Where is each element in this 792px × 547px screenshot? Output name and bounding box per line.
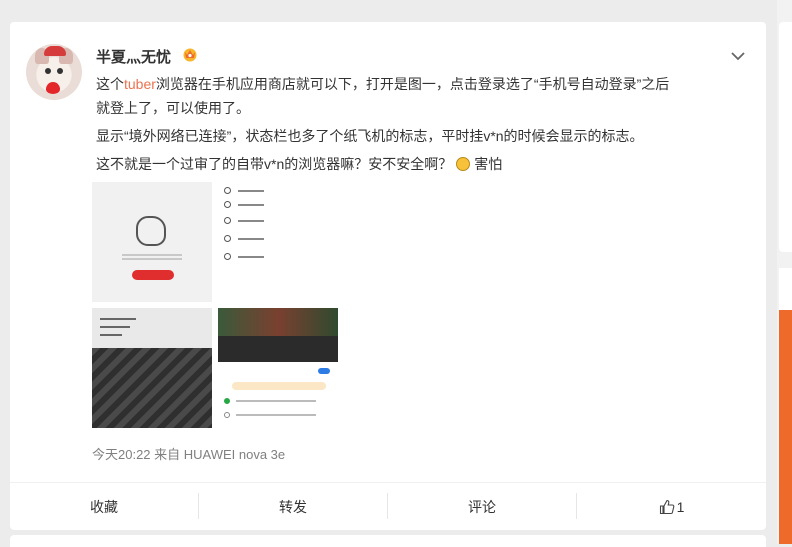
radio bbox=[224, 412, 230, 418]
list-row bbox=[236, 414, 316, 416]
divider bbox=[10, 482, 766, 483]
favorite-button[interactable]: 收藏 bbox=[10, 484, 198, 530]
post-image-3[interactable] bbox=[92, 308, 212, 428]
text-placeholder-lines bbox=[122, 254, 182, 256]
like-icon bbox=[224, 217, 231, 224]
radio-selected bbox=[224, 398, 230, 404]
menu-row bbox=[224, 186, 324, 196]
post-text-line-1: 这个tuber浏览器在手机应用商店就可以下，打开是图一，点击登录选了“手机号自动… bbox=[96, 72, 746, 96]
notification-line bbox=[100, 326, 130, 328]
scared-emoji-icon bbox=[456, 157, 471, 171]
repost-button[interactable]: 转发 bbox=[199, 484, 387, 530]
post-meta: 今天20:22 来自 HUAWEI nova 3e bbox=[92, 447, 286, 462]
chevron-down-icon[interactable] bbox=[730, 48, 746, 64]
username[interactable]: 半夏灬无忧 bbox=[96, 46, 171, 67]
avatar[interactable] bbox=[26, 44, 82, 100]
sketch-background bbox=[92, 348, 212, 428]
menu-line bbox=[238, 256, 264, 258]
crown-icon bbox=[183, 48, 197, 62]
notification-line bbox=[100, 334, 122, 336]
video-thumbnail bbox=[218, 308, 338, 336]
list-row bbox=[236, 400, 316, 402]
thumbs-up-icon bbox=[659, 499, 674, 515]
menu-row bbox=[224, 234, 324, 244]
menu-line bbox=[238, 238, 264, 240]
notification-line bbox=[100, 318, 136, 320]
star-icon bbox=[224, 201, 231, 208]
avatar-eye bbox=[45, 68, 51, 74]
text-segment: 这不就是一个过审了的自带v*n的浏览器嘛？安不安全啊？ bbox=[96, 156, 453, 172]
post-text-line-2: 就登上了，可以使用了。 bbox=[96, 100, 250, 116]
history-icon bbox=[224, 187, 231, 194]
text-segment: 害怕 bbox=[474, 156, 503, 172]
video-info-bar bbox=[218, 336, 338, 362]
side-banner bbox=[779, 310, 792, 544]
menu-row bbox=[224, 200, 324, 210]
menu-line bbox=[238, 220, 264, 222]
avatar-eye bbox=[57, 68, 63, 74]
menu-line bbox=[238, 204, 264, 206]
next-post-card bbox=[10, 535, 766, 547]
post-text-line-3: 显示“境外网络已连接”，状态栏也多了个纸飞机的标志，平时挂v*n的时候会显示的标… bbox=[96, 128, 644, 144]
help-icon bbox=[224, 235, 231, 242]
doodle-illustration bbox=[136, 216, 166, 246]
settings-icon bbox=[224, 253, 231, 260]
menu-line bbox=[238, 190, 264, 192]
avatar-hat bbox=[44, 46, 66, 56]
weibo-post-card: 半夏灬无忧 这个tuber浏览器在手机应用商店就可以下，打开是图一，点击登录选了… bbox=[10, 22, 766, 530]
text-segment: 浏览器在手机应用商店就可以下，打开是图一，点击登录选了“手机号自动登录”之后 bbox=[155, 76, 670, 92]
toggle-switch bbox=[318, 368, 330, 374]
post-text-line-4: 这不就是一个过审了的自带v*n的浏览器嘛？安不安全啊？ 害怕 bbox=[96, 152, 746, 176]
side-card bbox=[779, 22, 792, 252]
post-image-2[interactable] bbox=[218, 182, 338, 302]
vip-banner bbox=[232, 382, 326, 390]
text-segment: 这个 bbox=[96, 76, 124, 92]
post-image-1[interactable] bbox=[92, 182, 212, 302]
menu-row bbox=[224, 216, 324, 226]
like-count: 1 bbox=[676, 499, 685, 515]
menu-row bbox=[224, 252, 324, 262]
post-image-4[interactable] bbox=[218, 308, 338, 428]
tuber-link[interactable]: tuber bbox=[124, 76, 156, 92]
avatar-heart bbox=[46, 82, 60, 94]
like-button[interactable]: 1 bbox=[577, 484, 766, 530]
comment-button[interactable]: 评论 bbox=[388, 484, 576, 530]
login-button-graphic bbox=[132, 270, 174, 280]
notification-panel bbox=[92, 308, 212, 348]
